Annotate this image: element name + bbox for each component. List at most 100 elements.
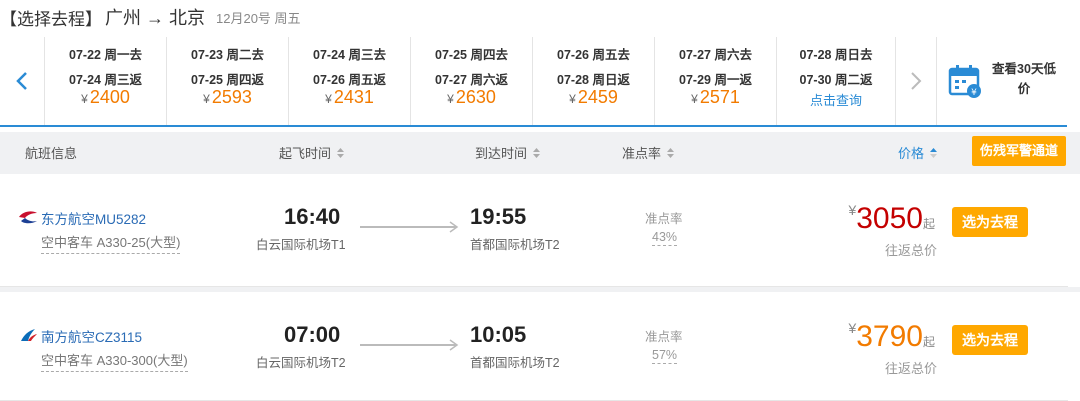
page-header: 【选择去程】 广州 → 北京 12月20号 周五 [0,0,1080,34]
return-date: 07-28 周日返 [557,73,630,87]
sort-icon [666,147,675,162]
arrow-right-icon [360,221,459,233]
punctuality-label: 准点率 [645,212,683,226]
outbound-date: 07-25 周四去 [435,48,508,62]
price-note: 往返总价 [884,361,937,376]
select-outbound-button[interactable]: 选为去程 [952,207,1028,237]
departure-time: 16:40 [284,204,341,229]
currency-symbol: ¥ [325,92,332,106]
price-value: 3050 [856,202,923,235]
currency-symbol: ¥ [447,92,454,106]
sort-arrive-time[interactable]: 到达时间 [475,143,541,162]
date-option[interactable]: 07-23 周二去 07-25 周四返 ¥2593 [167,37,289,125]
sort-price[interactable]: 价格 [898,143,938,162]
return-date: 07-29 周一返 [679,73,752,87]
return-date: 07-26 周五返 [313,73,386,87]
arrival-time: 10:05 [470,322,527,347]
sort-punctuality[interactable]: 准点率 [622,143,675,162]
sort-icon [532,147,541,162]
return-date: 07-25 周四返 [191,73,264,87]
date-price: ¥2630 [411,87,532,108]
sort-depart-time[interactable]: 起飞时间 [279,143,345,162]
flight-price: ¥3790起 [800,320,935,354]
date-option[interactable]: 07-22 周一去 07-24 周三返 ¥2400 [45,37,167,125]
date-price-value: 2593 [211,87,252,107]
arrival-time: 19:55 [470,204,527,229]
date-price-value: 2630 [455,87,496,107]
return-date: 07-24 周三返 [69,73,142,87]
col-flight-info: 航班信息 [25,146,78,161]
travel-date: 12月20号 周五 [216,11,301,26]
chevron-right-icon [911,72,922,90]
arrival-airport: 首都国际机场T2 [470,238,560,252]
airline-flight-number: 东方航空MU5282 [41,212,147,227]
departure-airport: 白云国际机场T1 [256,238,346,252]
sort-icon [336,147,345,162]
sort-asc-icon [929,147,938,162]
date-price: ¥2459 [533,87,654,108]
departure-airport: 白云国际机场T2 [256,356,346,370]
aircraft-type[interactable]: 空中客车 A330-25(大型) [41,232,181,254]
date-price: ¥2593 [167,87,288,108]
currency-symbol: ¥ [569,92,576,106]
date-price-value: 2459 [577,87,618,107]
price-note: 往返总价 [884,243,937,258]
china-eastern-logo-icon [19,211,37,224]
punctuality-value[interactable]: 57% [652,348,678,364]
currency-symbol: ¥ [203,92,210,106]
col-arrive-label: 到达时间 [475,146,528,161]
select-outbound-button[interactable]: 选为去程 [952,325,1028,355]
currency-symbol: ¥ [81,92,88,106]
svg-text:¥: ¥ [971,88,977,98]
outbound-date: 07-26 周五去 [557,48,630,62]
date-option[interactable]: 07-24 周三去 07-26 周五返 ¥2431 [289,37,411,125]
col-punctuality-label: 准点率 [622,146,662,161]
outbound-date: 07-27 周六去 [679,48,752,62]
price-suffix: 起 [922,217,935,231]
return-date: 07-27 周六返 [435,73,508,87]
flight-row: 东方航空MU5282 空中客车 A330-25(大型) 16:40 白云国际机场… [0,174,1068,287]
china-southern-logo-icon [21,329,37,341]
price-suffix: 起 [922,335,935,349]
flight-list-header: 航班信息 起飞时间 到达时间 准点率 价格 [0,132,1080,170]
date-selector-bar: 07-22 周一去 07-24 周三返 ¥2400 07-23 周二去 07-2… [0,37,1067,127]
date-price: ¥2431 [289,87,410,108]
departure-time: 07:00 [284,322,341,347]
prev-dates-button[interactable] [0,37,45,125]
date-price: ¥2400 [45,87,166,108]
col-depart-label: 起飞时间 [279,146,332,161]
next-dates-button[interactable] [896,37,937,125]
outbound-date: 07-24 周三去 [313,48,386,62]
arrival-airport: 首都国际机场T2 [470,356,560,370]
outbound-date: 07-22 周一去 [69,48,142,62]
date-option[interactable]: 07-28 周日去 07-30 周二返 点击查询 [777,37,896,125]
page-title: 【选择去程】 [0,10,102,29]
chevron-left-icon [16,72,27,90]
date-price-value: 2431 [333,87,374,107]
route-label: 广州 → 北京 [105,8,206,28]
flight-price: ¥3050起 [800,202,935,236]
outbound-date: 07-28 周日去 [799,48,873,62]
police-channel-button[interactable]: 伤残军警通道 [972,136,1066,166]
calendar-label: 查看30天低价 [992,62,1056,96]
outbound-date: 07-23 周二去 [191,48,264,62]
date-price-value: 2400 [89,87,130,107]
date-price: ¥2571 [655,87,776,108]
col-price-label: 价格 [898,146,925,161]
punctuality-label: 准点率 [645,330,683,344]
airline-flight-number: 南方航空CZ3115 [41,330,143,345]
low-price-calendar-button[interactable]: ¥ 查看30天低价 [937,37,1067,125]
arrow-right-icon [360,339,459,351]
aircraft-type[interactable]: 空中客车 A330-300(大型) [41,350,188,372]
punctuality-value[interactable]: 43% [652,230,678,246]
currency-symbol: ¥ [691,92,698,106]
calendar-icon: ¥ [948,65,981,98]
return-date: 07-30 周二返 [799,73,873,87]
price-value: 3790 [856,320,923,353]
flight-row: 南方航空CZ3115 空中客车 A330-300(大型) 07:00 白云国际机… [0,292,1068,401]
date-price-value: 2571 [699,87,740,107]
date-option[interactable]: 07-25 周四去 07-27 周六返 ¥2630 [411,37,533,125]
click-query-link[interactable]: 点击查询 [777,90,895,109]
date-option[interactable]: 07-27 周六去 07-29 周一返 ¥2571 [655,37,777,125]
date-option[interactable]: 07-26 周五去 07-28 周日返 ¥2459 [533,37,655,125]
